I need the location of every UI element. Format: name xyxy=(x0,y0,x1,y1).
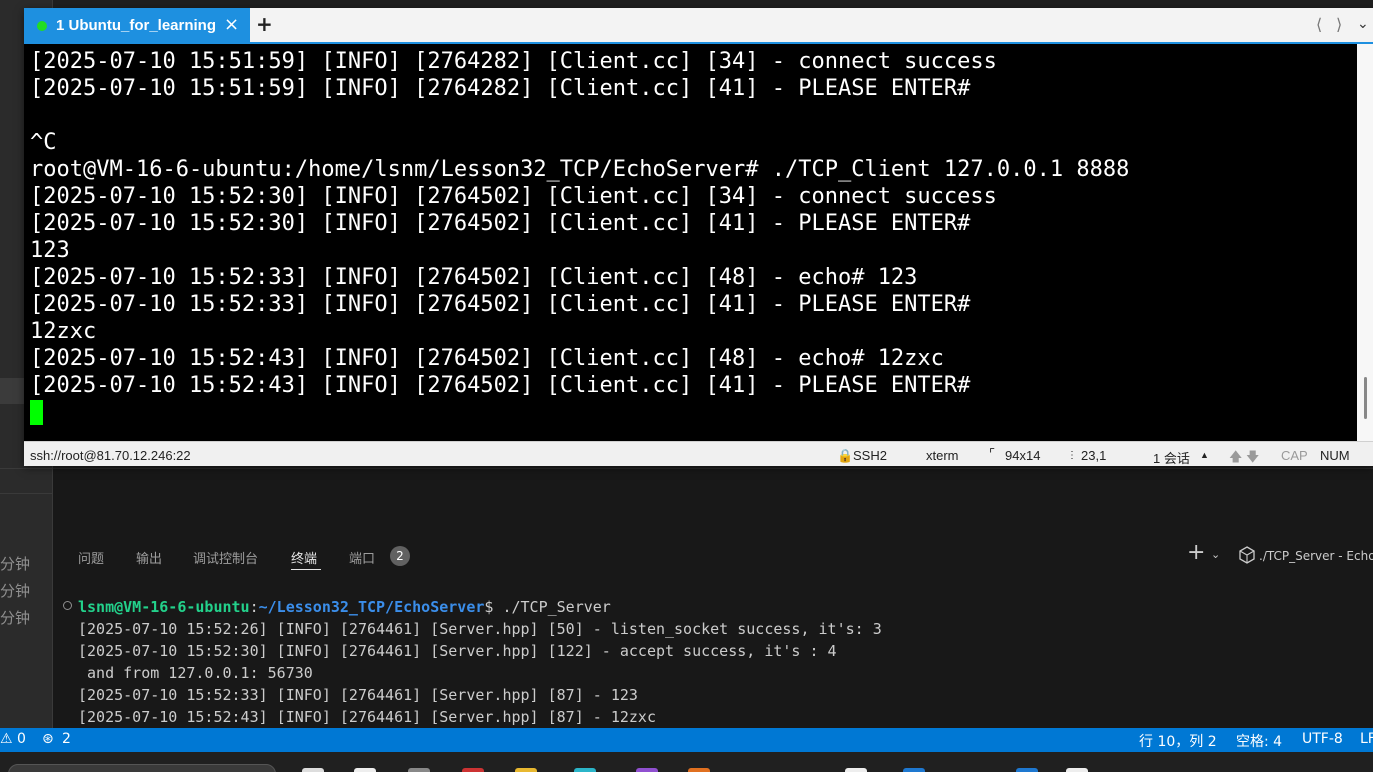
ports-status[interactable]: 2 xyxy=(62,731,71,747)
sidebar-divider xyxy=(0,493,53,494)
terminal-line: [2025-07-10 15:52:33] [INFO] [2764502] [… xyxy=(30,265,918,290)
ssh-session-tab[interactable]: 1 Ubuntu_for_learning × xyxy=(24,8,250,44)
cursor-position-status[interactable]: 行 10，列 2 xyxy=(1139,731,1217,751)
problems-status[interactable]: ⚠ 0 xyxy=(0,731,26,747)
taskbar-app-icon[interactable] xyxy=(408,768,430,772)
prompt-command: $ ./TCP_Server xyxy=(484,598,611,616)
terminal-instance-label[interactable]: ./TCP_Server - Echo xyxy=(1259,549,1373,563)
tab-ports[interactable]: 端口 xyxy=(349,548,375,567)
caret-up-icon[interactable]: ▲ xyxy=(1200,450,1209,460)
prompt-user: lsnm@VM-16-6-ubuntu xyxy=(78,598,250,616)
terminal-line: [2025-07-10 15:52:33] [INFO] [2764461] [… xyxy=(78,686,638,704)
taskbar-app-icon[interactable] xyxy=(462,768,484,772)
encoding-status[interactable]: UTF-8 xyxy=(1302,731,1343,747)
terminal-type-status: xterm xyxy=(926,448,959,463)
arrow-down-icon[interactable]: 🡇 xyxy=(1246,448,1259,470)
cube-icon xyxy=(1239,546,1255,564)
terminal-line: [2025-07-10 15:51:59] [INFO] [2764282] [… xyxy=(30,49,997,74)
sidebar-divider xyxy=(0,468,53,469)
ports-count-badge: 2 xyxy=(390,546,410,566)
terminal-line: [2025-07-10 15:52:30] [INFO] [2764502] [… xyxy=(30,211,971,236)
scrollbar-thumb[interactable] xyxy=(1364,377,1367,419)
ssh-status-bar: ssh://root@81.70.12.246:22 🔒 SSH2 xterm … xyxy=(24,441,1373,466)
chevron-down-icon[interactable]: ⌄ xyxy=(1211,548,1220,561)
chevron-down-icon[interactable]: ⌄ xyxy=(1357,16,1369,32)
chevron-right-icon[interactable]: ⟩ xyxy=(1336,15,1342,34)
session-count[interactable]: 1 会话 xyxy=(1153,448,1190,467)
panel-border xyxy=(53,468,1373,469)
active-tab-indicator xyxy=(291,569,321,570)
terminal-line: [2025-07-10 15:52:30] [INFO] [2764502] [… xyxy=(30,184,997,209)
ssh-tab-label: 1 Ubuntu_for_learning xyxy=(56,17,217,34)
terminal-line: [2025-07-10 15:51:59] [INFO] [2764282] [… xyxy=(30,76,971,101)
terminal-size-status: 94x14 xyxy=(1005,448,1041,463)
ssh-terminal[interactable]: [2025-07-10 15:51:59] [INFO] [2764282] [… xyxy=(24,44,1357,441)
terminal-line: and from 127.0.0.1: 56730 xyxy=(78,664,313,682)
prompt-line: lsnm@VM-16-6-ubuntu:~/Lesson32_TCP/EchoS… xyxy=(78,596,611,618)
timeline-minutes-label: 分钟 xyxy=(0,609,31,627)
os-taskbar xyxy=(0,752,1373,772)
caps-lock-status: CAP xyxy=(1281,448,1308,463)
taskbar-app-icon[interactable] xyxy=(1066,768,1088,772)
timeline-minutes-label: 分钟 xyxy=(0,582,31,600)
prompt-colon: : xyxy=(249,598,259,616)
terminal-line: [2025-07-10 15:52:43] [INFO] [2764502] [… xyxy=(30,373,971,398)
arrow-up-icon[interactable]: 🡅 xyxy=(1229,448,1242,470)
tab-debug-console[interactable]: 调试控制台 xyxy=(193,548,258,567)
taskbar-search-box[interactable] xyxy=(8,764,276,772)
ssh-tab-bar: 1 Ubuntu_for_learning × + ⟨ ⟩ ⌄ xyxy=(24,8,1373,44)
taskbar-app-icon[interactable] xyxy=(574,768,596,772)
terminal-line: [2025-07-10 15:52:30] [INFO] [2764461] [… xyxy=(78,642,837,660)
ssh-client-window: 1 Ubuntu_for_learning × + ⟨ ⟩ ⌄ [2025-07… xyxy=(24,8,1373,466)
connection-address: ssh://root@81.70.12.246:22 xyxy=(30,448,191,463)
terminal-line: [2025-07-10 15:52:33] [INFO] [2764502] [… xyxy=(30,292,971,317)
terminal-line: [2025-07-10 15:52:43] [INFO] [2764461] [… xyxy=(78,708,656,726)
taskbar-app-icon[interactable] xyxy=(845,768,867,772)
close-icon[interactable]: × xyxy=(224,14,239,35)
connected-status-icon xyxy=(37,21,47,31)
tab-problems[interactable]: 问题 xyxy=(78,548,104,567)
terminal-line: root@VM-16-6-ubuntu:/home/lsnm/Lesson32_… xyxy=(30,157,1130,182)
timeline-minutes-label: 分钟 xyxy=(0,555,31,573)
terminal-cursor xyxy=(30,400,43,425)
taskbar-app-icon[interactable] xyxy=(903,768,925,772)
terminal-panel: 问题 输出 调试控制台 终端 端口 2 + ⌄ ./TCP_Server - E… xyxy=(53,468,1373,728)
taskbar-app-icon[interactable] xyxy=(515,768,537,772)
indent-status[interactable]: 空格: 4 xyxy=(1236,731,1282,751)
chevron-left-icon[interactable]: ⟨ xyxy=(1316,15,1322,34)
tab-terminal[interactable]: 终端 xyxy=(291,548,317,567)
num-lock-status: NUM xyxy=(1320,448,1350,463)
terminal-line: [2025-07-10 15:52:26] [INFO] [2764461] [… xyxy=(78,620,882,638)
protocol-status: SSH2 xyxy=(853,448,887,463)
vscode-status-bar: ⚠ 0 ⊛ 2 行 10，列 2 空格: 4 UTF-8 LF xyxy=(0,728,1373,752)
cursor-position-status: 23,1 xyxy=(1081,448,1107,463)
terminal-line: ^C xyxy=(30,130,57,155)
new-tab-button[interactable]: + xyxy=(256,12,273,36)
terminal-line: 123 xyxy=(30,238,70,263)
resize-icon: ⌜ xyxy=(989,446,996,461)
taskbar-app-icon[interactable] xyxy=(302,768,324,772)
prompt-path: ~/Lesson32_TCP/EchoServer xyxy=(258,598,485,616)
terminal-line: [2025-07-10 15:52:43] [INFO] [2764502] [… xyxy=(30,346,944,371)
taskbar-app-icon[interactable] xyxy=(354,768,376,772)
taskbar-app-icon[interactable] xyxy=(1016,768,1038,772)
sidebar-selected-row[interactable] xyxy=(0,378,24,404)
cursor-icon: ⋮ xyxy=(1067,450,1077,461)
tab-output[interactable]: 输出 xyxy=(136,548,162,567)
terminal-scrollbar[interactable] xyxy=(1357,44,1373,441)
eol-status[interactable]: LF xyxy=(1360,731,1373,747)
terminal-line: 12zxc xyxy=(30,319,97,344)
lock-icon: 🔒 xyxy=(837,448,854,463)
taskbar-app-icon[interactable] xyxy=(636,768,658,772)
add-terminal-button[interactable]: + xyxy=(1187,542,1205,564)
taskbar-app-icon[interactable] xyxy=(688,768,710,772)
broadcast-icon: ⊛ xyxy=(42,731,54,747)
